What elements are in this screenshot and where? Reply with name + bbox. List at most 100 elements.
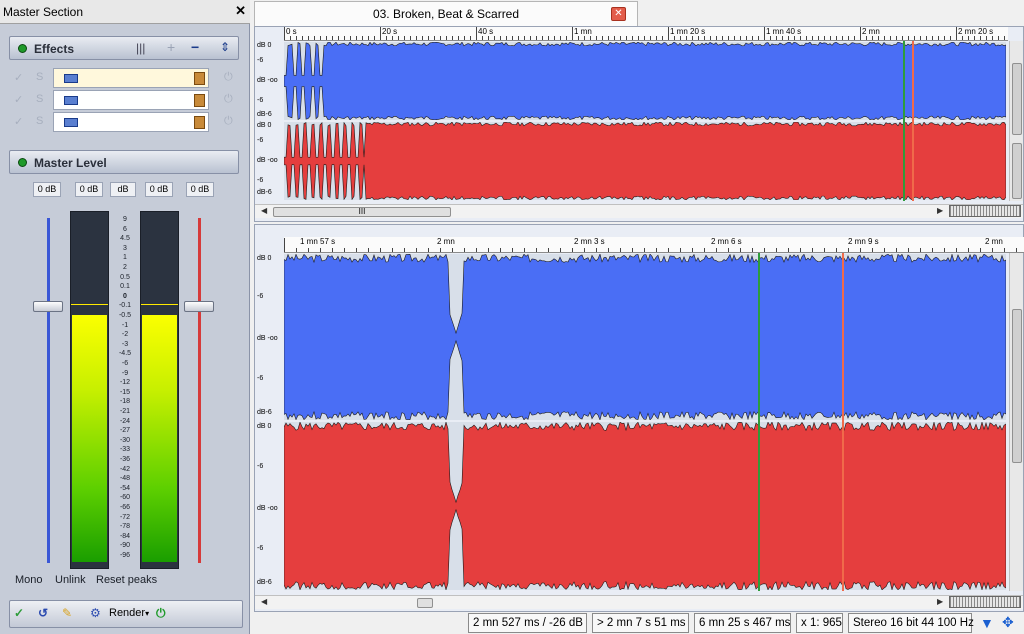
add-icon[interactable]: + (167, 39, 175, 55)
ruler-tick (434, 36, 435, 40)
scroll-right-icon[interactable]: ▶ (937, 206, 943, 215)
left-fader-knob[interactable] (33, 300, 63, 312)
reset-peaks-button[interactable]: Reset peaks (96, 574, 157, 586)
fx-bypass-check-icon[interactable]: ✓ (14, 115, 23, 128)
fx-bypass-check-icon[interactable]: ✓ (14, 93, 23, 106)
ruler-tick (314, 36, 315, 40)
ruler-tick (464, 248, 465, 252)
overview-time-ruler[interactable]: 0 s 20 s 40 s 1 mn 1 mn 20 s 1 mn 40 s 2 mn 2 m… (284, 27, 1008, 41)
ruler-label: 0 s (286, 27, 297, 36)
scroll-left-icon[interactable]: ◀ (261, 206, 267, 215)
overview-waveform[interactable]: 0 s 20 s 40 s 1 mn 1 mn 20 s 1 mn 40 s 2 mn 2 m… (254, 26, 1024, 222)
edit-cursor[interactable] (842, 253, 844, 591)
scroll-right-icon[interactable]: ▶ (937, 597, 943, 606)
ruler-tick (692, 36, 693, 40)
ruler-tick (842, 36, 843, 40)
scroll-thumb[interactable] (1012, 143, 1022, 199)
scroll-left-icon[interactable]: ◀ (261, 597, 267, 606)
close-tab-icon[interactable]: ✕ (611, 7, 626, 21)
preset-book-icon[interactable] (194, 116, 205, 129)
selection-readout[interactable]: > 2 mn 7 s 51 ms (592, 613, 689, 633)
render-gear-icon[interactable]: ⚙ (90, 606, 101, 620)
ruler-tick (560, 36, 561, 40)
fx-solo-icon[interactable]: S (36, 115, 43, 127)
ruler-tick (848, 36, 849, 40)
fx-solo-icon[interactable]: S (36, 71, 43, 83)
unlink-button[interactable]: Unlink (55, 574, 86, 586)
scroll-thumb[interactable] (1012, 63, 1022, 135)
ruler-tick (752, 36, 753, 40)
move-icon[interactable]: ✥ (1002, 614, 1014, 631)
left-fader-track[interactable] (47, 218, 50, 563)
overview-horizontal-scrollbar[interactable]: ◀ III ▶ (255, 204, 1023, 218)
master-level-led-icon[interactable] (18, 158, 27, 167)
format-readout[interactable]: Stereo 16 bit 44 100 Hz (848, 613, 974, 633)
effects-header[interactable]: Effects ||| + − ⇕ (9, 36, 239, 60)
detail-left-channel[interactable] (284, 254, 1006, 420)
ruler-tick (524, 248, 525, 252)
overview-left-channel[interactable] (284, 42, 1006, 120)
undo-icon[interactable]: ↺ (38, 606, 48, 620)
fx-power-icon[interactable]: ⏻ (224, 71, 233, 84)
scale-label: -9 (121, 369, 129, 377)
fx-power-icon[interactable]: ⏻ (224, 93, 233, 106)
fx-power-icon[interactable]: ⏻ (224, 115, 233, 128)
zoom-readout[interactable]: x 1: 965 (796, 613, 843, 633)
remove-icon[interactable]: − (191, 39, 199, 55)
cursor-position-readout[interactable]: 2 mn 527 ms / -26 dB (468, 613, 587, 633)
fx-slot-2[interactable] (53, 90, 209, 110)
effects-power-led-icon[interactable] (18, 44, 27, 53)
fx-slot-1[interactable] (53, 68, 209, 88)
scale-label: -90 (119, 542, 131, 550)
detail-right-channel[interactable] (284, 422, 1006, 590)
filter-icon[interactable]: ▼ (980, 615, 994, 631)
ruler-tick (488, 248, 489, 252)
master-level-header[interactable]: Master Level (9, 150, 239, 174)
power-icon[interactable]: ⏻ (156, 606, 166, 621)
zoom-slider[interactable] (949, 596, 1021, 608)
detail-waveform[interactable]: 1 mn 57 s 2 mn 2 mn 3 s 2 mn 6 s 2 mn 9 s 2 m… (254, 224, 1024, 612)
overview-vertical-scrollbar[interactable] (1009, 41, 1023, 201)
reorder-icon[interactable]: ⇕ (220, 40, 230, 54)
scroll-thumb[interactable] (1012, 309, 1022, 463)
waveform-graphic (284, 122, 1006, 200)
overview-right-channel[interactable] (284, 122, 1006, 200)
play-cursor[interactable] (758, 253, 760, 591)
right-fader-track[interactable] (198, 218, 201, 563)
scale-label: -18 (119, 398, 131, 406)
preset-book-icon[interactable] (194, 94, 205, 107)
detail-vertical-scrollbar[interactable] (1009, 253, 1023, 591)
scroll-thumb[interactable] (417, 598, 433, 608)
db-scale-left: dB 0 -6 dB -oo -6 dB-6 (255, 41, 284, 121)
bars-icon[interactable]: ||| (136, 41, 145, 55)
ruler-tick (572, 248, 573, 252)
scale-label: -0.1 (118, 302, 132, 310)
ruler-tick (446, 36, 447, 40)
detail-time-ruler[interactable]: 1 mn 57 s 2 mn 2 mn 3 s 2 mn 6 s 2 mn 9 s 2 m… (284, 237, 1024, 253)
apply-check-icon[interactable]: ✓ (14, 606, 24, 620)
ruler-tick (692, 248, 693, 252)
right-fader-knob[interactable] (184, 300, 214, 312)
fx-solo-icon[interactable]: S (36, 93, 43, 105)
wrench-icon[interactable]: ✎ (62, 606, 72, 620)
ruler-tick (608, 248, 609, 252)
zoom-slider[interactable] (949, 205, 1021, 217)
scroll-thumb[interactable]: III (273, 207, 451, 217)
length-readout[interactable]: 6 mn 25 s 467 ms (694, 613, 791, 633)
scale-label: -78 (119, 523, 131, 531)
ruler-tick (860, 27, 861, 40)
ruler-tick (824, 248, 825, 252)
close-icon[interactable]: ✕ (235, 3, 246, 19)
play-cursor[interactable] (903, 41, 905, 201)
document-tab[interactable]: 03. Broken, Beat & Scarred ✕ (254, 1, 638, 26)
detail-horizontal-scrollbar[interactable]: ◀ ▶ (255, 595, 1023, 609)
master-level-title: Master Level (34, 156, 107, 170)
ruler-tick (494, 36, 495, 40)
preset-book-icon[interactable] (194, 72, 205, 85)
fx-bypass-check-icon[interactable]: ✓ (14, 71, 23, 84)
mono-button[interactable]: Mono (15, 574, 43, 586)
fx-slot-3[interactable] (53, 112, 209, 132)
render-button[interactable]: Render▾ (109, 607, 149, 619)
scale-label: -6 (121, 360, 129, 367)
edit-cursor[interactable] (912, 41, 914, 201)
